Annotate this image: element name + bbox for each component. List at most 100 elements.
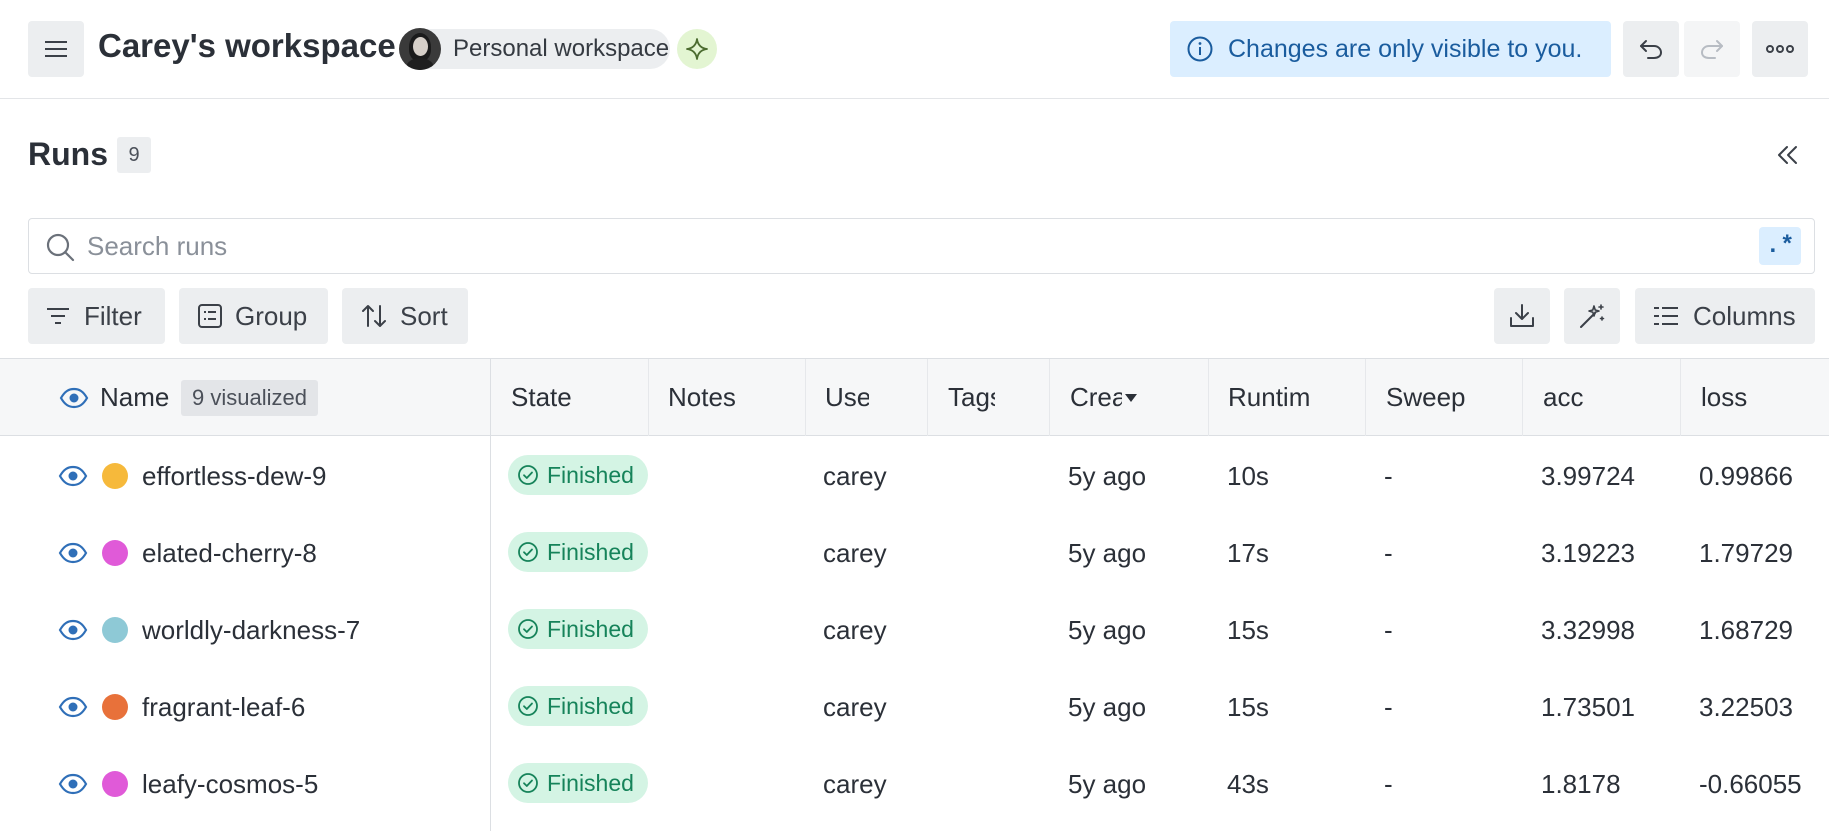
- download-icon: [1510, 304, 1534, 327]
- table-row[interactable]: leafy-cosmos-5 Finished carey 5y ago 43s - 1.8…: [0, 745, 1829, 822]
- status-label: Finished: [547, 461, 634, 488]
- table-row[interactable]: elated-cherry-8 Finished carey 5y ago 17s - 3.…: [0, 514, 1829, 591]
- columns-button[interactable]: Columns: [1635, 288, 1815, 344]
- column-header-sweep[interactable]: Sweep: [1386, 379, 1496, 415]
- sweep-cell: -: [1384, 615, 1393, 645]
- runs-title: Runs: [28, 136, 108, 172]
- run-color-dot[interactable]: [102, 463, 128, 489]
- notice-text: Changes are only visible to you.: [1228, 34, 1583, 63]
- sort-desc-icon: [1125, 394, 1137, 402]
- user-cell: carey: [823, 538, 887, 568]
- redo-button[interactable]: [1684, 21, 1740, 77]
- visualized-badge[interactable]: 9 visualized: [181, 380, 318, 416]
- column-header-runtime[interactable]: Runtime: [1228, 379, 1310, 415]
- table-row[interactable]: worldly-darkness-7 Finished carey 5y ago 15s…: [0, 591, 1829, 668]
- magic-wand-button[interactable]: [1564, 288, 1620, 344]
- created-cell: 5y ago: [1068, 692, 1147, 722]
- table-header: Name 9 visualized State Notes User Tags …: [0, 359, 1829, 436]
- group-label: Group: [235, 300, 308, 331]
- runs-table: Name 9 visualized State Notes User Tags …: [0, 358, 1829, 831]
- column-header-acc[interactable]: acc: [1543, 379, 1643, 415]
- column-header-loss[interactable]: loss: [1701, 379, 1801, 415]
- status-label: Finished: [547, 692, 634, 719]
- table-row[interactable]: effortless-dew-9 Finished carey 5y ago 10s - 3…: [0, 437, 1829, 514]
- eye-icon[interactable]: [58, 542, 88, 564]
- sweep-cell: -: [1384, 769, 1393, 799]
- loss-cell: 0.99866: [1699, 461, 1793, 491]
- filter-button[interactable]: Filter: [28, 288, 165, 344]
- filter-icon: [47, 308, 69, 324]
- run-name-link[interactable]: leafy-cosmos-5: [142, 766, 318, 802]
- run-name-link[interactable]: worldly-darkness-7: [142, 612, 360, 648]
- magic-wand-icon: [1580, 304, 1605, 328]
- columns-icon: [1654, 307, 1678, 325]
- more-icon: [1766, 45, 1794, 53]
- status-badge: Finished: [508, 455, 648, 495]
- column-header-tags[interactable]: Tags: [948, 379, 995, 415]
- eye-icon[interactable]: [58, 696, 88, 718]
- run-color-dot[interactable]: [102, 771, 128, 797]
- check-circle-icon: [518, 465, 538, 485]
- info-icon: [1187, 36, 1213, 62]
- check-circle-icon: [518, 619, 538, 639]
- more-options-button[interactable]: [1752, 21, 1808, 77]
- loss-cell: 1.68729: [1699, 615, 1793, 645]
- column-header-notes[interactable]: Notes: [668, 379, 778, 415]
- columns-label: Columns: [1693, 300, 1796, 331]
- run-name-link[interactable]: elated-cherry-8: [142, 535, 317, 571]
- collapse-panel-button[interactable]: [1771, 138, 1805, 172]
- status-badge: Finished: [508, 686, 648, 726]
- eye-icon[interactable]: [58, 619, 88, 641]
- undo-button[interactable]: [1623, 21, 1679, 77]
- acc-cell: 3.32998: [1541, 615, 1635, 645]
- created-cell: 5y ago: [1068, 461, 1147, 491]
- regex-toggle-button[interactable]: .*: [1759, 227, 1801, 265]
- runtime-cell: 15s: [1227, 692, 1269, 722]
- status-label: Finished: [547, 538, 634, 565]
- user-cell: carey: [823, 461, 887, 491]
- column-header-state[interactable]: State: [511, 379, 631, 415]
- group-button[interactable]: Group: [179, 288, 328, 344]
- redo-icon: [1700, 40, 1723, 59]
- sparkle-button[interactable]: [677, 29, 717, 69]
- column-header-user[interactable]: User: [825, 379, 869, 415]
- run-color-dot[interactable]: [102, 540, 128, 566]
- menu-button[interactable]: [28, 21, 84, 77]
- runtime-cell: 43s: [1227, 769, 1269, 799]
- loss-cell: -0.66055: [1699, 769, 1802, 799]
- workspace-chip-label: Personal workspace: [453, 35, 670, 62]
- check-circle-icon: [518, 696, 538, 716]
- eye-icon[interactable]: [59, 387, 89, 409]
- avatar: [399, 28, 441, 70]
- eye-icon[interactable]: [58, 465, 88, 487]
- runtime-cell: 17s: [1227, 538, 1269, 568]
- user-cell: carey: [823, 769, 887, 799]
- sweep-cell: -: [1384, 692, 1393, 722]
- run-color-dot[interactable]: [102, 617, 128, 643]
- created-cell: 5y ago: [1068, 769, 1147, 799]
- run-color-dot[interactable]: [102, 694, 128, 720]
- created-cell: 5y ago: [1068, 615, 1147, 645]
- sort-button[interactable]: Sort: [342, 288, 468, 344]
- sweep-cell: -: [1384, 461, 1393, 491]
- download-button[interactable]: [1494, 288, 1550, 344]
- user-cell: carey: [823, 692, 887, 722]
- search-icon: [46, 233, 75, 262]
- search-input[interactable]: [87, 227, 1687, 265]
- run-name-link[interactable]: fragrant-leaf-6: [142, 689, 305, 725]
- column-header-name[interactable]: Name: [100, 379, 169, 415]
- workspace-chip[interactable]: Personal workspace: [399, 28, 670, 70]
- column-header-created[interactable]: Created: [1070, 379, 1122, 415]
- acc-cell: 3.19223: [1541, 538, 1635, 568]
- eye-icon[interactable]: [58, 773, 88, 795]
- status-badge: Finished: [508, 763, 648, 803]
- table-row[interactable]: fragrant-leaf-6 Finished carey 5y ago 15s - 1.…: [0, 668, 1829, 745]
- sort-icon: [362, 305, 386, 327]
- collapse-left-icon: [1778, 146, 1797, 164]
- status-badge: Finished: [508, 532, 648, 572]
- status-label: Finished: [547, 769, 634, 796]
- run-name-link[interactable]: effortless-dew-9: [142, 458, 327, 494]
- status-badge: Finished: [508, 609, 648, 649]
- acc-cell: 1.73501: [1541, 692, 1635, 722]
- runtime-cell: 15s: [1227, 615, 1269, 645]
